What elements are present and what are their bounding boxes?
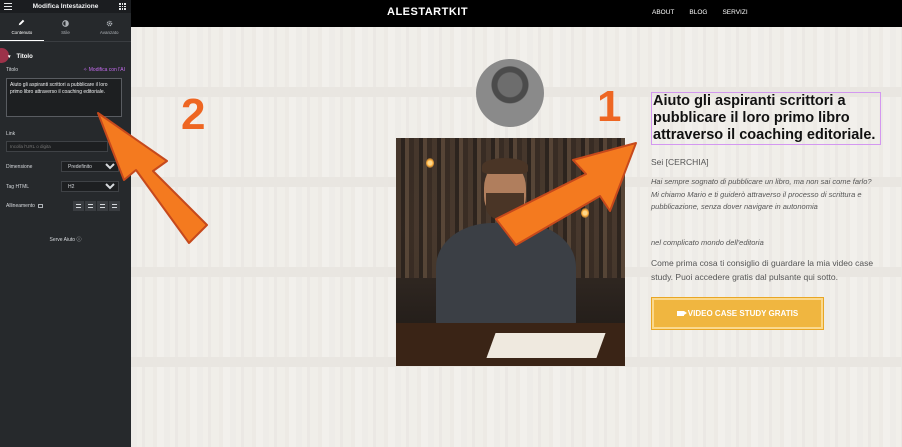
align-center-button[interactable] — [85, 201, 97, 211]
author-photo — [396, 138, 625, 366]
site-preview: ALESTARTKIT ABOUT BLOG SERVIZI Aiuto gli… — [131, 0, 902, 447]
tab-content-label: Contenuto — [11, 29, 33, 35]
title-field-header: Titolo ✧ Modifica con l'AI — [0, 64, 131, 76]
help-label: Serve Aiuto — [49, 237, 76, 243]
annotation-number-2: 2 — [181, 90, 206, 139]
align-label: Allineamento — [6, 203, 35, 209]
lamp-icon — [426, 158, 434, 168]
size-select[interactable]: Predefinito — [61, 161, 119, 172]
video-camera-icon — [676, 311, 687, 316]
tag-select[interactable]: H2 — [61, 181, 119, 192]
photo-shirt — [436, 223, 576, 333]
cta-button[interactable]: VIDEO CASE STUDY GRATIS — [652, 298, 823, 329]
photo-paper — [486, 333, 606, 358]
widgets-grid-icon[interactable] — [119, 3, 126, 10]
annotation-number-1: 1 — [597, 82, 622, 131]
photo-beard — [486, 193, 524, 221]
ai-edit-link-label: Modifica con l'AI — [88, 67, 125, 73]
editor-panel: Modifica Intestazione Contenuto Stile Av… — [0, 0, 137, 447]
size-row: Dimensione Predefinito — [0, 161, 131, 172]
link-label: Link — [6, 131, 16, 137]
tab-content[interactable]: Contenuto — [0, 13, 44, 41]
author-avatar — [476, 59, 544, 127]
size-label: Dimensione — [6, 163, 33, 170]
hero-body-text: Come prima cosa ti consiglio di guardare… — [651, 258, 874, 282]
align-right-button[interactable] — [97, 201, 109, 211]
menu-item-services[interactable]: SERVIZI — [722, 9, 747, 16]
link-options-gear-icon[interactable]: ⚙ — [114, 143, 119, 150]
panel-title: Modifica Intestazione — [32, 3, 99, 10]
align-justify-button[interactable] — [109, 201, 121, 211]
question-icon: ⓘ — [76, 237, 82, 243]
menu-icon[interactable] — [4, 3, 12, 10]
link-row: ⚙ — [0, 141, 131, 152]
align-label-wrap: Allineamento — [6, 203, 61, 209]
tab-advanced[interactable]: Avanzato — [87, 13, 131, 41]
desktop-icon[interactable] — [37, 204, 43, 208]
pencil-icon — [18, 19, 26, 27]
hero-intro: Hai sempre sognato di pubblicare un libr… — [651, 177, 872, 211]
hero-heading[interactable]: Aiuto gli aspiranti scrittori a pubblica… — [651, 92, 881, 145]
align-left-button[interactable] — [73, 201, 85, 211]
help-link[interactable]: Serve Aiuto ⓘ — [0, 236, 131, 243]
lamp-icon — [581, 208, 589, 218]
title-textarea[interactable]: Aiuto gli aspiranti scrittori a pubblica… — [6, 78, 122, 117]
title-field-label: Titolo — [6, 67, 19, 73]
panel-topbar: Modifica Intestazione — [0, 0, 131, 13]
gear-icon — [105, 19, 113, 27]
section-title-label: Titolo — [16, 54, 33, 60]
panel-tabs: Contenuto Stile Avanzato — [0, 13, 131, 42]
hero-subheading: Sei [CERCHIA] — [651, 157, 709, 167]
tab-style-label: Stile — [61, 30, 70, 35]
ai-edit-link[interactable]: ✧ Modifica con l'AI — [83, 67, 125, 73]
align-row: Allineamento — [0, 201, 131, 211]
tag-row: Tag HTML H2 — [0, 181, 131, 192]
site-header: ALESTARTKIT ABOUT BLOG SERVIZI — [131, 0, 902, 27]
half-circle-icon — [62, 19, 70, 27]
tab-style[interactable]: Stile — [44, 13, 88, 41]
link-input[interactable] — [6, 141, 108, 152]
site-logo[interactable]: ALESTARTKIT — [387, 6, 468, 18]
section-title[interactable]: ▾ Titolo — [0, 42, 131, 64]
caret-down-icon: ▾ — [8, 54, 11, 60]
menu-item-about[interactable]: ABOUT — [652, 9, 674, 16]
align-buttons — [73, 201, 121, 211]
tag-label: Tag HTML — [6, 183, 30, 190]
site-menu: ABOUT BLOG SERVIZI — [652, 9, 748, 16]
cta-label: VIDEO CASE STUDY GRATIS — [687, 309, 799, 318]
hero-intro-continued: nel complicato mondo dell'editoria — [651, 238, 764, 247]
photo-hair — [482, 158, 528, 174]
menu-item-blog[interactable]: BLOG — [689, 9, 707, 16]
tab-advanced-label: Avanzato — [99, 30, 119, 35]
